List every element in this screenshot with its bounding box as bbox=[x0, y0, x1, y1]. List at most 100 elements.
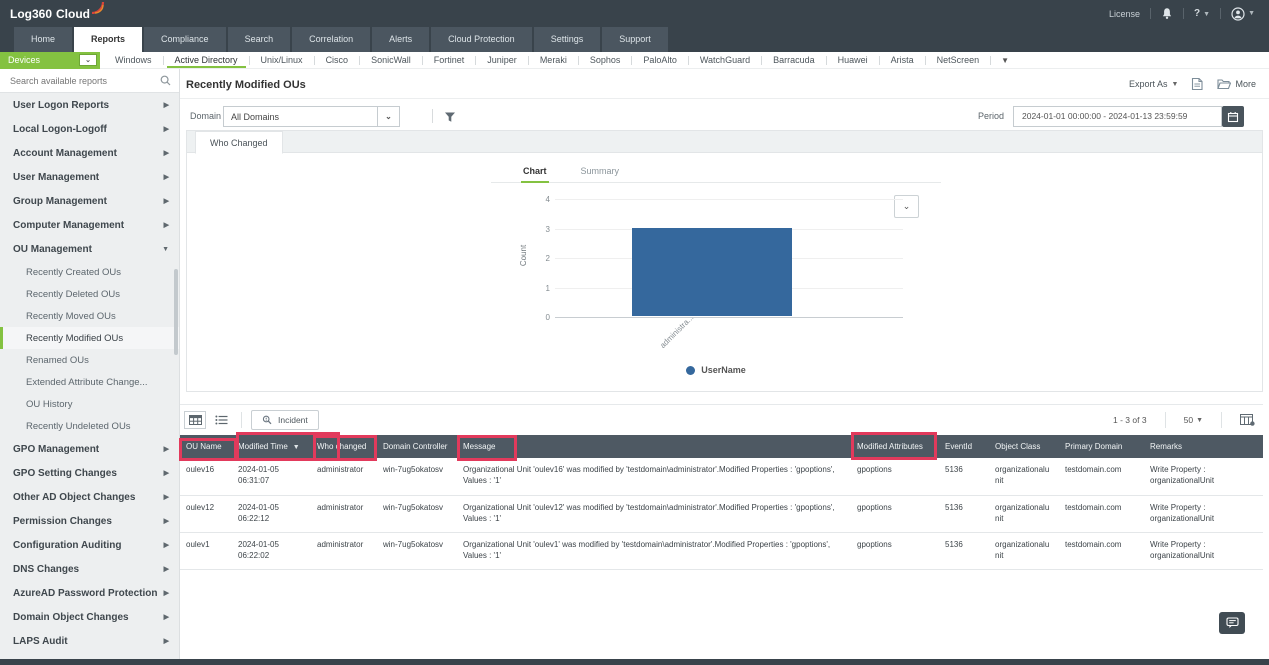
feedback-chat-button[interactable] bbox=[1219, 612, 1245, 634]
device-tab-arista[interactable]: Arista bbox=[880, 52, 925, 68]
device-tab-huawei[interactable]: Huawei bbox=[827, 52, 879, 68]
divider bbox=[1150, 8, 1152, 19]
sidebar-item-azuread-password-protection[interactable]: AzureAD Password Protection ▶ bbox=[0, 581, 179, 605]
filter-funnel-icon[interactable] bbox=[444, 110, 456, 128]
col-ou-name[interactable]: OU Name bbox=[180, 435, 232, 458]
grid-view-button[interactable] bbox=[184, 411, 206, 429]
export-as-button[interactable]: Export As ▼ bbox=[1129, 79, 1178, 89]
domain-select[interactable]: All Domains ⌄ bbox=[223, 106, 400, 127]
sidebar-item-laps-audit[interactable]: LAPS Audit ▶ bbox=[0, 629, 179, 653]
sidebar-item-gpo-setting-changes[interactable]: GPO Setting Changes ▶ bbox=[0, 461, 179, 485]
nav-tab-home[interactable]: Home bbox=[14, 27, 73, 52]
chevron-down-icon: ▼ bbox=[1248, 10, 1255, 17]
device-tab-sonicwall[interactable]: SonicWall bbox=[360, 52, 422, 68]
sidebar-item-dns-changes[interactable]: DNS Changes ▶ bbox=[0, 557, 179, 581]
table-row[interactable]: oulev12 2024-01-05 06:22:12 administrator… bbox=[180, 495, 1263, 533]
bottom-bar bbox=[0, 659, 1269, 665]
col-modified-attributes[interactable]: Modified Attributes bbox=[851, 435, 939, 458]
user-menu[interactable]: ▼ bbox=[1231, 6, 1255, 21]
device-tab-cisco[interactable]: Cisco bbox=[315, 52, 360, 68]
device-tab-watchguard[interactable]: WatchGuard bbox=[689, 52, 761, 68]
bar-username[interactable] bbox=[632, 227, 792, 316]
y-tick: 4 bbox=[545, 195, 550, 204]
sidebar-item-recently-created-ous[interactable]: Recently Created OUs bbox=[0, 261, 179, 283]
sidebar-item-recently-deleted-ous[interactable]: Recently Deleted OUs bbox=[0, 283, 179, 305]
device-tab-netscreen[interactable]: NetScreen bbox=[926, 52, 991, 68]
sidebar-item-permission-changes[interactable]: Permission Changes ▶ bbox=[0, 509, 179, 533]
col-remarks[interactable]: Remarks bbox=[1144, 435, 1263, 458]
device-tab-fortinet[interactable]: Fortinet bbox=[423, 52, 476, 68]
sidebar-item-ou-history[interactable]: OU History bbox=[0, 393, 179, 415]
sort-desc-icon[interactable]: ▼ bbox=[293, 444, 300, 451]
divider bbox=[1164, 412, 1166, 428]
device-tab-unix-linux[interactable]: Unix/Linux bbox=[250, 52, 314, 68]
notifications-bell-icon[interactable] bbox=[1161, 7, 1173, 20]
schedule-report-icon[interactable] bbox=[1191, 77, 1204, 91]
column-chooser-icon[interactable] bbox=[1240, 414, 1255, 426]
chevron-right-icon: ▶ bbox=[163, 566, 169, 573]
nav-tab-compliance[interactable]: Compliance bbox=[144, 27, 226, 52]
sidebar-item-recently-moved-ous[interactable]: Recently Moved OUs bbox=[0, 305, 179, 327]
chevron-down-icon: ▼ bbox=[1196, 416, 1203, 424]
y-tick: 1 bbox=[545, 283, 550, 293]
sidebar-item-ou-management[interactable]: OU Management ▼ bbox=[0, 237, 179, 261]
device-overflow-button[interactable]: ▼ bbox=[1001, 56, 1009, 65]
calendar-button[interactable] bbox=[1222, 106, 1244, 127]
sidebar-item-recently-modified-ous[interactable]: Recently Modified OUs bbox=[0, 327, 179, 349]
sidebar-item-domain-object-changes[interactable]: Domain Object Changes ▶ bbox=[0, 605, 179, 629]
nav-tab-support[interactable]: Support bbox=[602, 27, 668, 52]
tab-who-changed[interactable]: Who Changed bbox=[195, 131, 283, 154]
period-range-input[interactable]: 2024-01-01 00:00:00 - 2024-01-13 23:59:5… bbox=[1013, 106, 1222, 127]
device-tab-sophos[interactable]: Sophos bbox=[579, 52, 632, 68]
col-domain-controller[interactable]: Domain Controller bbox=[377, 435, 457, 458]
sidebar-item-renamed-ous[interactable]: Renamed OUs bbox=[0, 349, 179, 371]
report-actions: Export As ▼ More bbox=[1129, 77, 1256, 91]
sidebar-item-group-management[interactable]: Group Management ▶ bbox=[0, 189, 179, 213]
incident-button[interactable]: Incident bbox=[251, 410, 319, 430]
sidebar-item-other-ad-object-changes[interactable]: Other AD Object Changes ▶ bbox=[0, 485, 179, 509]
list-view-button[interactable] bbox=[210, 411, 232, 429]
tab-summary[interactable]: Summary bbox=[579, 166, 622, 182]
col-message[interactable]: Message bbox=[457, 435, 851, 458]
divider bbox=[432, 109, 433, 123]
sidebar-item-account-management[interactable]: Account Management ▶ bbox=[0, 141, 179, 165]
legend-label[interactable]: UserName bbox=[701, 365, 746, 375]
device-tab-meraki[interactable]: Meraki bbox=[529, 52, 578, 68]
sidebar-item-extended-attribute-change[interactable]: Extended Attribute Change... bbox=[0, 371, 179, 393]
col-primary-domain[interactable]: Primary Domain bbox=[1059, 435, 1144, 458]
page-size-select[interactable]: 50 ▼ bbox=[1184, 415, 1203, 425]
tab-chart[interactable]: Chart bbox=[521, 166, 549, 183]
nav-tab-cloud-protection[interactable]: Cloud Protection bbox=[431, 27, 532, 52]
col-modified-time[interactable]: Modified Time ▼ bbox=[232, 435, 311, 458]
sidebar-item-recently-undeleted-ous[interactable]: Recently Undeleted OUs bbox=[0, 415, 179, 437]
logo-swoosh-icon bbox=[91, 1, 105, 14]
license-link[interactable]: License bbox=[1109, 9, 1140, 19]
nav-tab-settings[interactable]: Settings bbox=[533, 27, 601, 52]
divider bbox=[1183, 8, 1185, 19]
col-object-class[interactable]: Object Class bbox=[989, 435, 1059, 458]
sidebar-item-user-logon-reports[interactable]: User Logon Reports ▶ bbox=[0, 93, 179, 117]
device-tab-juniper[interactable]: Juniper bbox=[476, 52, 528, 68]
sidebar-item-local-logon-logoff[interactable]: Local Logon-Logoff ▶ bbox=[0, 117, 179, 141]
table-row[interactable]: oulev16 2024-01-05 06:31:07 administrator… bbox=[180, 458, 1263, 496]
sidebar-item-configuration-auditing[interactable]: Configuration Auditing ▶ bbox=[0, 533, 179, 557]
device-tab-windows[interactable]: Windows bbox=[104, 52, 163, 68]
sidebar-item-computer-management[interactable]: Computer Management ▶ bbox=[0, 213, 179, 237]
device-tab-paloalto[interactable]: PaloAlto bbox=[632, 52, 688, 68]
col-eventid[interactable]: EventId bbox=[939, 435, 989, 458]
more-button[interactable]: More bbox=[1217, 78, 1256, 90]
sidebar-item-gpo-management[interactable]: GPO Management ▶ bbox=[0, 437, 179, 461]
sidebar-item-user-management[interactable]: User Management ▶ bbox=[0, 165, 179, 189]
devices-dropdown[interactable]: Devices ⌄ bbox=[0, 51, 100, 69]
search-input[interactable] bbox=[8, 74, 160, 87]
table-row[interactable]: oulev1 2024-01-05 06:22:02 administrator w… bbox=[180, 532, 1263, 570]
help-menu[interactable]: ? ▼ bbox=[1194, 8, 1210, 19]
device-tab-barracuda[interactable]: Barracuda bbox=[762, 52, 826, 68]
sidebar-scrollbar[interactable] bbox=[174, 269, 178, 355]
nav-tab-reports[interactable]: Reports bbox=[74, 27, 143, 52]
nav-tab-correlation[interactable]: Correlation bbox=[292, 27, 371, 52]
nav-tab-alerts[interactable]: Alerts bbox=[372, 27, 430, 52]
device-tab-active-directory[interactable]: Active Directory bbox=[164, 52, 249, 68]
nav-tab-search[interactable]: Search bbox=[227, 27, 291, 52]
col-who-changed[interactable]: Who changed bbox=[311, 435, 377, 458]
